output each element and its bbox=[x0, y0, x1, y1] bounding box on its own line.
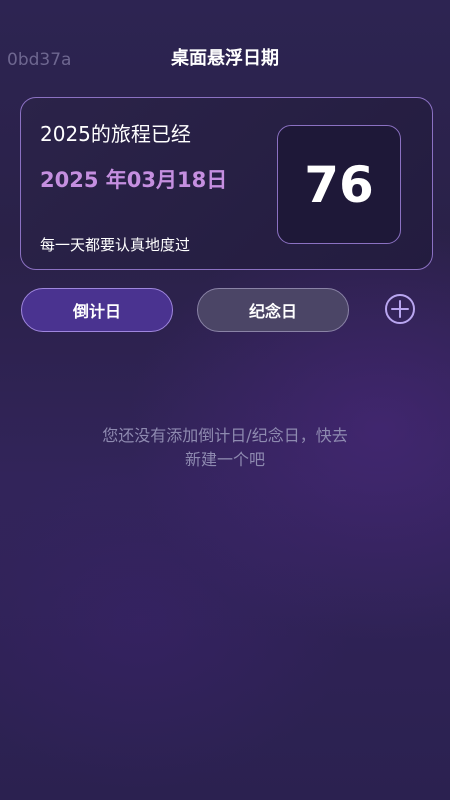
empty-state-line-2: 新建一个吧 bbox=[184, 450, 265, 469]
app-screen: 0bd37a 桌面悬浮日期 2025的旅程已经 2025 年03月18日 每一天… bbox=[0, 0, 450, 800]
add-event-button[interactable] bbox=[384, 293, 416, 325]
plus-circle-icon bbox=[385, 294, 415, 324]
current-date: 2025 年03月18日 bbox=[40, 168, 228, 192]
page-title: 桌面悬浮日期 bbox=[171, 48, 279, 69]
empty-state-message: 您还没有添加倒计日/纪念日，快去 新建一个吧 bbox=[60, 424, 390, 472]
days-count-value: 76 bbox=[304, 155, 374, 214]
card-motto: 每一天都要认真地度过 bbox=[40, 236, 191, 254]
empty-state-line-1: 您还没有添加倒计日/纪念日，快去 bbox=[102, 426, 348, 445]
tab-countdown[interactable]: 倒计日 bbox=[21, 288, 173, 332]
year-progress-card[interactable]: 2025的旅程已经 2025 年03月18日 每一天都要认真地度过 76 bbox=[20, 97, 433, 270]
days-count-box: 76 bbox=[277, 125, 401, 244]
tab-anniversary[interactable]: 纪念日 bbox=[197, 288, 349, 332]
card-heading: 2025的旅程已经 bbox=[40, 122, 191, 146]
header: 0bd37a 桌面悬浮日期 bbox=[0, 36, 450, 80]
